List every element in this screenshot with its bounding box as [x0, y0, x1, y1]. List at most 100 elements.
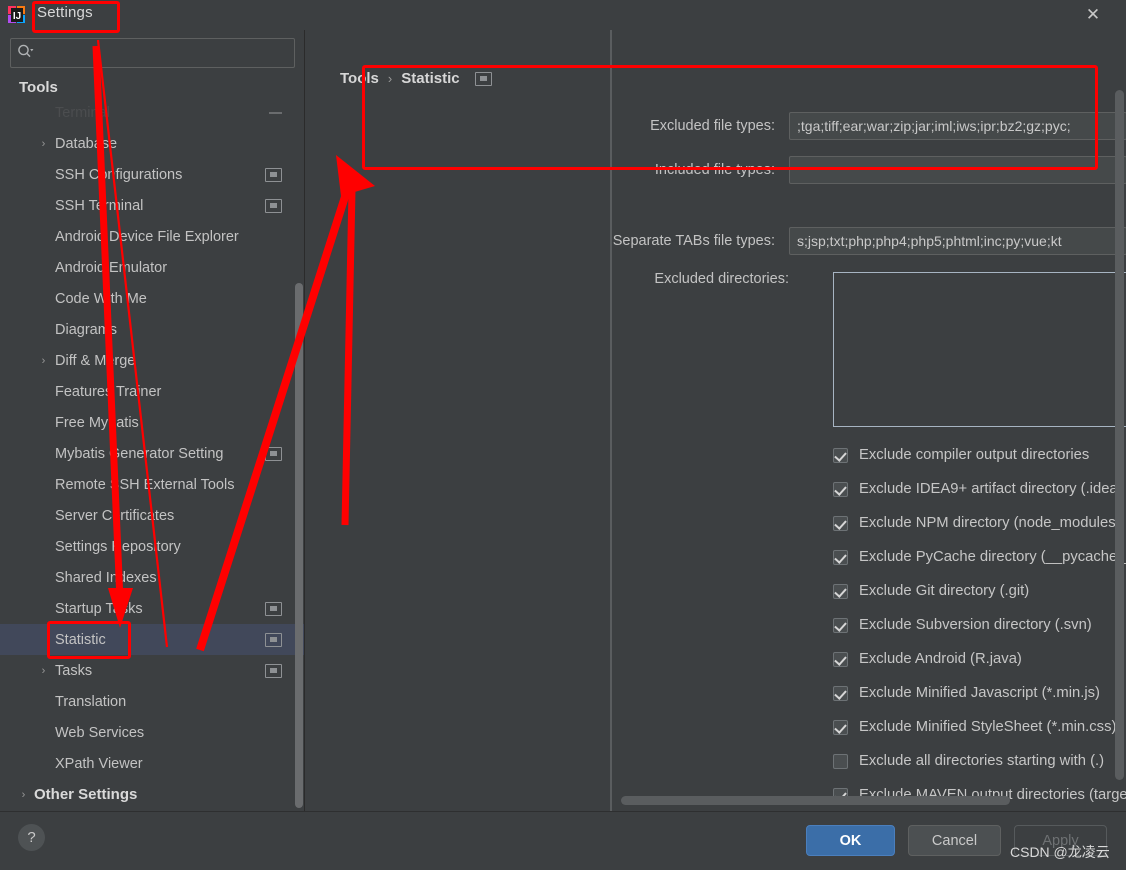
sidebar-item-statistic[interactable]: Statistic	[0, 624, 304, 655]
ok-button[interactable]: OK	[806, 825, 895, 856]
sidebar-item-diagrams[interactable]: Diagrams	[0, 314, 304, 345]
sidebar-item-label: Remote SSH External Tools	[55, 476, 235, 493]
sidebar-item-label: Diagrams	[55, 321, 118, 338]
dialog-title: Settings	[37, 4, 93, 21]
sidebar-item-web-services[interactable]: Web Services	[0, 717, 304, 748]
cancel-button[interactable]: Cancel	[908, 825, 1001, 856]
close-icon[interactable]: ✕	[1080, 2, 1106, 28]
project-settings-icon	[265, 663, 282, 678]
sidebar-item-android-emulator[interactable]: Android Emulator	[0, 252, 304, 283]
checkbox-row[interactable]: Exclude all directories starting with (.…	[833, 744, 1126, 778]
checkbox-row[interactable]: Exclude Minified Javascript (*.min.js)	[833, 676, 1126, 710]
project-settings-icon	[265, 167, 282, 182]
sidebar-item-shared-indexes[interactable]: Shared Indexes	[0, 562, 304, 593]
settings-sidebar: Tools Terminal › Database SSH Configuration…	[0, 30, 305, 811]
sidebar-item-code-with-me[interactable]: Code With Me	[0, 283, 304, 314]
checkbox-label: Exclude Android (R.java)	[859, 651, 1022, 667]
sidebar-item-label: Statistic	[55, 631, 106, 648]
chevron-right-icon[interactable]: ›	[18, 789, 29, 801]
checkbox-checked-icon[interactable]	[833, 515, 848, 531]
sidebar-item-label: Translation	[55, 693, 127, 710]
separate-tabs-file-types-input[interactable]	[789, 227, 1126, 255]
sidebar-item-mybatis-generator-setting[interactable]: Mybatis Generator Setting	[0, 438, 304, 469]
search-box[interactable]	[10, 38, 295, 68]
help-icon[interactable]: ?	[18, 824, 45, 851]
svg-text:IJ: IJ	[13, 11, 21, 22]
separate-tabs-file-types-label: Separate TABs file types:	[612, 233, 775, 249]
settings-dialog: IJ Settings ✕ Tools Terminal › Database …	[0, 0, 1126, 870]
settings-content: Tools › Statistic Excluded file types: (…	[305, 30, 1126, 811]
content-horizontal-scrollbar[interactable]	[621, 796, 1010, 805]
breadcrumb: Tools › Statistic	[340, 70, 492, 87]
checkbox-checked-icon[interactable]	[833, 651, 848, 667]
sidebar-item-server-certificates[interactable]: Server Certificates	[0, 500, 304, 531]
excluded-file-types-row: Excluded file types:	[305, 112, 1126, 140]
sidebar-item-translation[interactable]: Translation	[0, 686, 304, 717]
sidebar-item-label: Server Certificates	[55, 507, 175, 524]
pane-divider	[610, 30, 612, 811]
sidebar-item-xpath-viewer[interactable]: XPath Viewer	[0, 748, 304, 779]
excluded-directories-label: Excluded directories:	[654, 271, 789, 287]
sidebar-item-startup-tasks[interactable]: Startup Tasks	[0, 593, 304, 624]
checkbox-label: Exclude IDEA9+ artifact directory (.idea…	[859, 481, 1123, 497]
checkbox-row[interactable]: Exclude Subversion directory (.svn)	[833, 608, 1126, 642]
intellij-idea-icon: IJ	[7, 5, 27, 25]
checkbox-checked-icon[interactable]	[833, 719, 848, 735]
checkbox-unchecked-icon[interactable]	[833, 753, 848, 769]
sidebar-item-label: Startup Tasks	[55, 600, 143, 617]
included-file-types-input[interactable]	[789, 156, 1126, 184]
checkbox-checked-icon[interactable]	[833, 617, 848, 633]
sidebar-item-terminal[interactable]: Terminal	[0, 97, 304, 128]
checkbox-row[interactable]: Exclude compiler output directories	[833, 438, 1126, 472]
checkbox-checked-icon[interactable]	[833, 583, 848, 599]
checkbox-checked-icon[interactable]	[833, 549, 848, 565]
checkbox-checked-icon[interactable]	[833, 685, 848, 701]
sidebar-item-features-trainer[interactable]: Features Trainer	[0, 376, 304, 407]
checkbox-label: Exclude compiler output directories	[859, 447, 1090, 463]
sidebar-item-label: SSH Terminal	[55, 197, 144, 214]
project-settings-icon	[265, 446, 282, 461]
sidebar-item-label: Features Trainer	[55, 383, 162, 400]
excluded-file-types-input[interactable]	[789, 112, 1126, 140]
sidebar-item-label: Code With Me	[55, 290, 147, 307]
sidebar-item-remote-ssh-external-tools[interactable]: Remote SSH External Tools	[0, 469, 304, 500]
checkbox-row[interactable]: Exclude PyCache directory (__pycache__)	[833, 540, 1126, 574]
sidebar-item-diff-merge[interactable]: › Diff & Merge	[0, 345, 304, 376]
checkbox-row[interactable]: Exclude Android (R.java)	[833, 642, 1126, 676]
sidebar-item-free-mybatis[interactable]: Free Mybatis	[0, 407, 304, 438]
chevron-right-icon[interactable]: ›	[38, 138, 49, 150]
checkbox-row[interactable]: Exclude Git directory (.git)	[833, 574, 1126, 608]
sidebar-item-database[interactable]: › Database	[0, 128, 304, 159]
project-settings-icon	[474, 71, 492, 86]
search-icon	[17, 44, 34, 62]
sidebar-item-label: Settings Repository	[55, 538, 181, 555]
dialog-body: Tools Terminal › Database SSH Configuration…	[0, 30, 1126, 811]
sidebar-item-label: Shared Indexes	[55, 569, 157, 586]
sidebar-item-settings-repository[interactable]: Settings Repository	[0, 531, 304, 562]
checkbox-row[interactable]: Exclude NPM directory (node_modules)	[833, 506, 1126, 540]
breadcrumb-root[interactable]: Tools	[340, 70, 379, 87]
chevron-right-icon[interactable]: ›	[38, 665, 49, 677]
excluded-file-types-label: Excluded file types:	[650, 118, 775, 134]
sidebar-item-ssh-configurations[interactable]: SSH Configurations	[0, 159, 304, 190]
content-vertical-scrollbar[interactable]	[1115, 90, 1124, 780]
sidebar-item-tasks[interactable]: › Tasks	[0, 655, 304, 686]
search-input[interactable]	[34, 44, 288, 62]
sidebar-item-label: Free Mybatis	[55, 414, 139, 431]
sidebar-item-ssh-terminal[interactable]: SSH Terminal	[0, 190, 304, 221]
sidebar-item-other-settings[interactable]: › Other Settings	[0, 779, 304, 810]
dialog-footer: ? OK Cancel Apply	[0, 811, 1126, 870]
checkbox-row[interactable]: Exclude IDEA9+ artifact directory (.idea…	[833, 472, 1126, 506]
sidebar-item-android-device-file-explorer[interactable]: Android Device File Explorer	[0, 221, 304, 252]
settings-tree: Tools Terminal › Database SSH Configuration…	[0, 68, 304, 811]
separate-tabs-file-types-row: Separate TABs file types:	[305, 227, 1126, 255]
checkbox-row[interactable]: Exclude Minified StyleSheet (*.min.css)	[833, 710, 1126, 744]
checkbox-checked-icon[interactable]	[833, 481, 848, 497]
excluded-directories-list[interactable]	[833, 272, 1126, 427]
chevron-right-icon[interactable]: ›	[38, 355, 49, 367]
tree-group-tools: Tools	[19, 79, 58, 96]
checkbox-checked-icon[interactable]	[833, 447, 848, 463]
checkbox-row[interactable]: Exclude MAVEN output directories (target…	[833, 778, 1126, 811]
sidebar-item-label: Android Device File Explorer	[55, 228, 239, 245]
sidebar-scrollbar[interactable]	[295, 283, 303, 808]
